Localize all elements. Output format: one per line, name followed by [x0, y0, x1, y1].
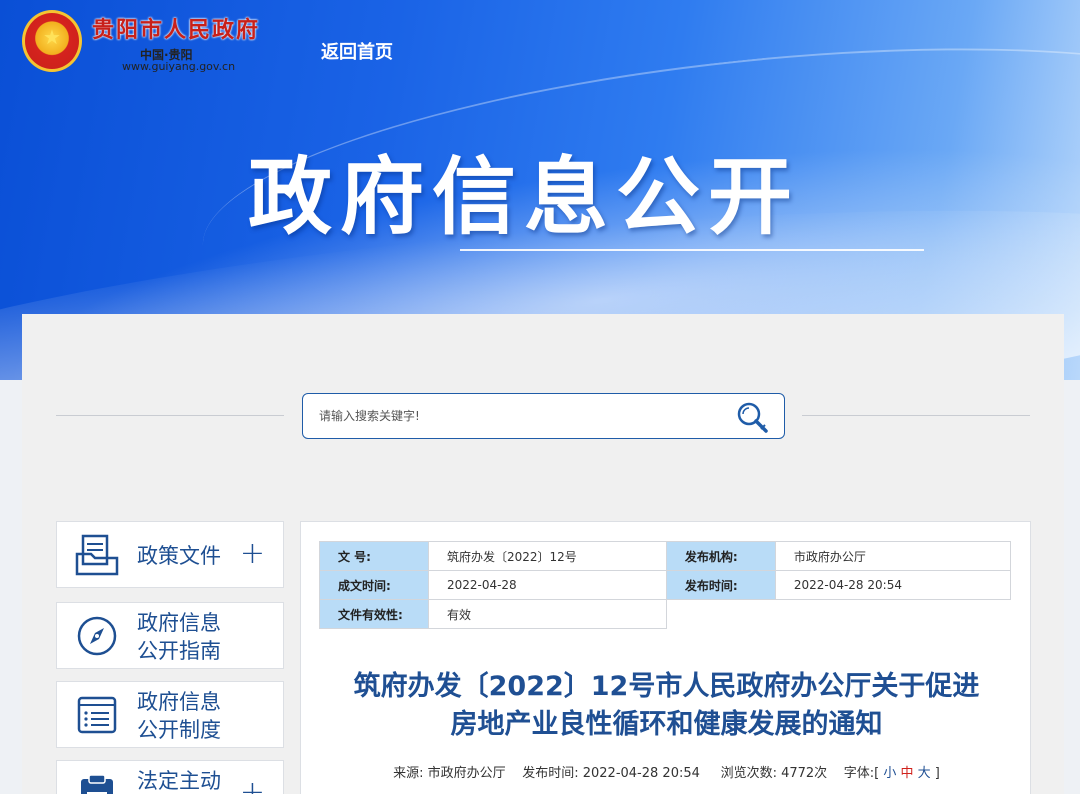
sidebar-item-label: 政府信息	[137, 611, 221, 635]
site-name: 贵阳市人民政府	[92, 17, 261, 43]
search-box	[302, 393, 785, 439]
sidebar-item-label: 公开指南	[137, 639, 221, 663]
site-url: www.guiyang.gov.cn	[122, 60, 236, 73]
sidebar-item-policy-files[interactable]: 政策文件 +	[56, 521, 284, 588]
table-row: 文 号: 筑府办发〔2022〕12号 发布机构: 市政府办公厅	[319, 541, 1012, 571]
sidebar-item-label: 政策文件	[137, 544, 221, 568]
font-medium-button[interactable]: 中	[900, 766, 913, 781]
sidebar-item-label: 公开制度	[137, 718, 221, 742]
validity: 有效	[427, 599, 667, 629]
divider	[802, 415, 1030, 416]
national-emblem-icon: ★	[22, 10, 82, 72]
time-value: 2022-04-28 20:54	[582, 766, 700, 781]
document-title-line: 筑府办发〔2022〕12号市人民政府办公厅关于促进	[353, 671, 980, 702]
document-content: 文 号: 筑府办发〔2022〕12号 发布机构: 市政府办公厅 成文时间: 20…	[300, 521, 1031, 794]
created-date: 2022-04-28	[427, 570, 667, 600]
meta-label: 发布机构:	[665, 541, 776, 571]
source-label: 来源:	[393, 766, 424, 781]
compass-icon	[77, 616, 117, 656]
expand-icon[interactable]: +	[240, 775, 265, 794]
meta-label: 发布时间:	[665, 570, 776, 600]
sidebar-item-disclosure-system[interactable]: 政府信息 公开制度	[56, 681, 284, 748]
page-title: 政府信息公开	[248, 148, 801, 246]
expand-icon[interactable]: +	[240, 536, 265, 572]
document-title-line: 房地产业良性循环和健康发展的通知	[450, 709, 883, 740]
font-size-label: 字体:[	[843, 766, 880, 781]
divider	[56, 415, 284, 416]
meta-label: 文 号:	[319, 541, 429, 571]
font-large-button[interactable]: 大	[918, 766, 931, 781]
search-icon	[737, 402, 768, 433]
sidebar-item-statutory-disclosure[interactable]: 法定主动 +	[56, 760, 284, 794]
sidebar-item-label: 政府信息	[137, 690, 221, 714]
meta-label: 文件有效性:	[319, 599, 429, 629]
table-row: 成文时间: 2022-04-28 发布时间: 2022-04-28 20:54	[319, 570, 1012, 600]
font-size-bracket: ]	[934, 766, 940, 781]
clipboard-icon	[81, 774, 113, 794]
views-value: 4772次	[781, 766, 828, 781]
doc-number: 筑府办发〔2022〕12号	[427, 541, 667, 571]
source-value: 市政府办公厅	[427, 766, 506, 781]
document-info-bar: 来源: 市政府办公厅 发布时间: 2022-04-28 20:54 浏览次数: …	[301, 762, 1032, 781]
document-meta-table: 文 号: 筑府办发〔2022〕12号 发布机构: 市政府办公厅 成文时间: 20…	[319, 541, 1012, 629]
meta-label: 成文时间:	[319, 570, 429, 600]
views-label: 浏览次数:	[720, 766, 777, 781]
back-home-link[interactable]: 返回首页	[321, 38, 393, 64]
sidebar-item-label: 法定主动	[137, 769, 221, 793]
time-label: 发布时间:	[522, 766, 579, 781]
table-row: 文件有效性: 有效	[319, 599, 1011, 629]
sidebar-item-disclosure-guide[interactable]: 政府信息 公开指南	[56, 602, 284, 669]
search-button[interactable]	[734, 400, 770, 434]
search-input[interactable]	[319, 404, 719, 428]
list-document-icon	[77, 696, 117, 734]
document-title: 筑府办发〔2022〕12号市人民政府办公厅关于促进 房地产业良性循环和健康发展的…	[301, 668, 1032, 744]
font-small-button[interactable]: 小	[883, 766, 896, 781]
issuer: 市政府办公厅	[774, 541, 1012, 571]
title-underline	[460, 249, 924, 251]
published-date: 2022-04-28 20:54	[774, 570, 1012, 600]
folder-document-icon	[75, 534, 119, 576]
